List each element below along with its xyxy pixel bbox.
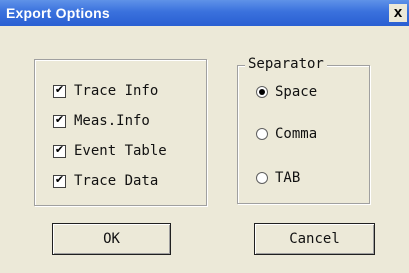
separator-caption: Separator (245, 56, 327, 72)
checkmark-icon: ✔ (54, 82, 65, 96)
cancel-button[interactable]: Cancel (254, 223, 375, 255)
radio-label: Space (275, 84, 318, 100)
title-bar[interactable]: Export Options x (0, 0, 409, 26)
radio-tab[interactable]: TAB (256, 169, 300, 187)
checkbox-label: Event Table (74, 143, 167, 159)
export-options-dialog: Export Options x ✔ Trace Info ✔ Meas.Inf… (0, 0, 409, 273)
checkmark-icon: ✔ (54, 112, 65, 126)
checkbox-box[interactable]: ✔ (53, 82, 66, 98)
checkbox-trace-info[interactable]: ✔ Trace Info (53, 82, 158, 100)
radio-button[interactable] (256, 86, 268, 98)
checkbox-label: Trace Data (74, 173, 159, 189)
checkbox-label: Trace Info (74, 83, 159, 99)
close-icon: x (393, 4, 403, 21)
checkbox-box[interactable]: ✔ (53, 142, 66, 158)
checkmark-icon: ✔ (54, 172, 65, 186)
checkbox-box[interactable]: ✔ (53, 112, 66, 128)
close-button[interactable]: x (389, 4, 407, 22)
export-content-group: ✔ Trace Info ✔ Meas.Info ✔ Event Table ✔… (34, 59, 207, 206)
radio-button[interactable] (256, 172, 268, 184)
radio-label: TAB (275, 170, 301, 186)
ok-button[interactable]: OK (52, 223, 171, 255)
checkmark-icon: ✔ (54, 142, 65, 156)
radio-space[interactable]: Space (256, 83, 317, 101)
radio-label: Comma (275, 126, 318, 142)
checkbox-trace-data[interactable]: ✔ Trace Data (53, 172, 158, 190)
radio-button[interactable] (256, 128, 268, 140)
checkbox-event-table[interactable]: ✔ Event Table (53, 142, 167, 160)
window-title: Export Options (6, 5, 110, 21)
checkbox-meas-info[interactable]: ✔ Meas.Info (53, 112, 150, 130)
checkbox-box[interactable]: ✔ (53, 172, 66, 188)
checkbox-label: Meas.Info (74, 113, 150, 129)
separator-group: Separator Space Comma TAB (237, 56, 370, 204)
radio-comma[interactable]: Comma (256, 125, 317, 143)
